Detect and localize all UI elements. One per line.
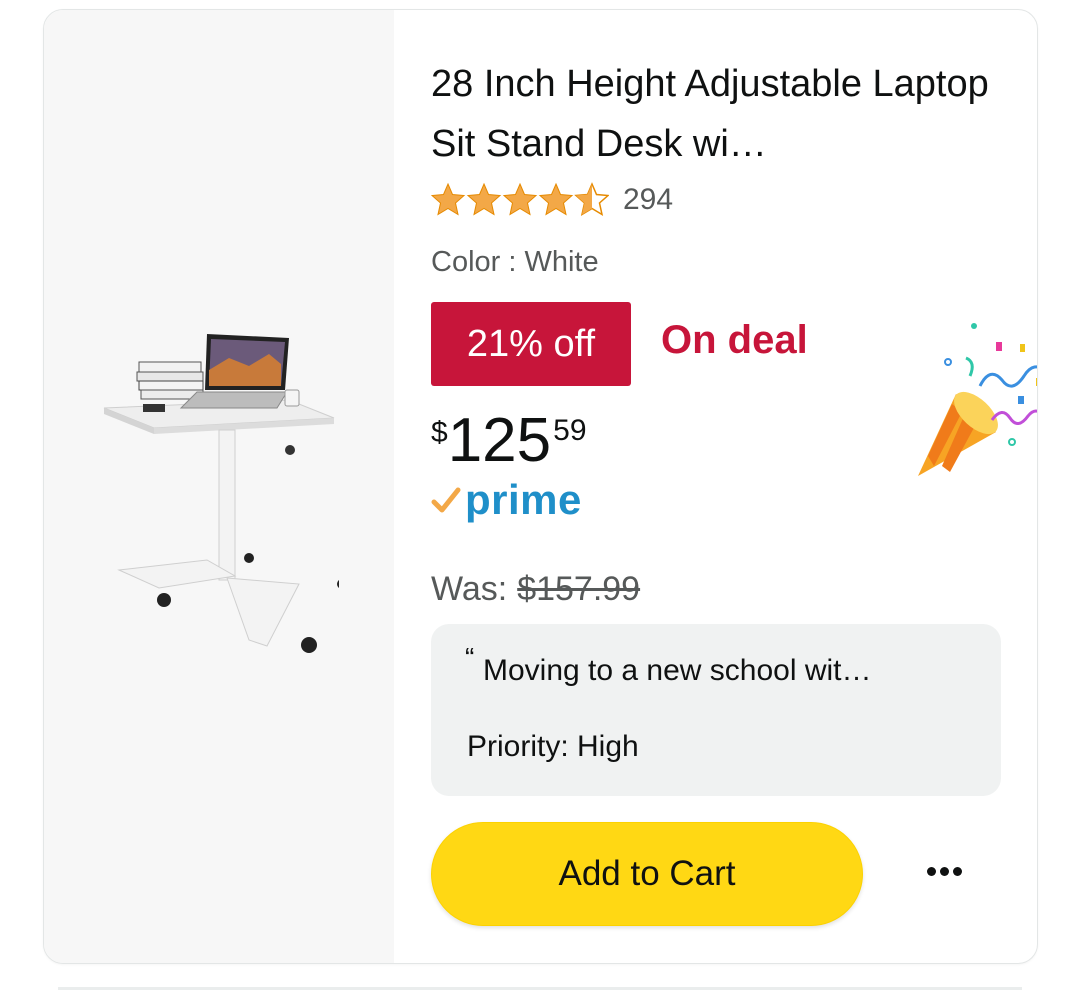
prime-badge: prime [431,476,582,524]
price-whole: 125 [447,406,552,475]
prime-label: prime [465,476,582,523]
prime-check-icon [431,487,461,513]
price-fraction: 59 [553,414,587,447]
note-priority: Priority: High [467,730,639,763]
price: $ 125 59 [431,410,587,472]
product-card[interactable]: 28 Inch Height Adjustable Laptop Sit Sta… [43,9,1038,964]
rating-row[interactable]: 294 [431,182,673,218]
more-options-icon[interactable] [919,856,969,886]
was-label: Was: [431,570,508,608]
list-note[interactable]: “ Moving to a new school wit… Priority: … [431,624,1001,796]
deal-badge: 21% off [431,302,631,386]
dot [939,866,949,876]
star-rating [431,183,609,216]
review-count: 294 [623,183,674,216]
add-to-cart-button[interactable]: Add to Cart [431,822,863,926]
price-symbol: $ [431,416,448,449]
note-message: Moving to a new school wit… [483,654,872,687]
product-image [103,334,339,653]
product-image-panel[interactable] [44,10,394,963]
dot [952,866,962,876]
product-title[interactable]: 28 Inch Height Adjustable Laptop Sit Sta… [431,54,1001,174]
party-popper-icon [918,323,1037,476]
color-variant: Color : White [431,246,599,278]
deal-label: On deal [661,318,808,362]
quote-mark: “ [465,642,475,673]
dot [926,866,936,876]
was-price-row: Was: $157.99 [431,570,640,609]
was-price: $157.99 [517,570,641,608]
